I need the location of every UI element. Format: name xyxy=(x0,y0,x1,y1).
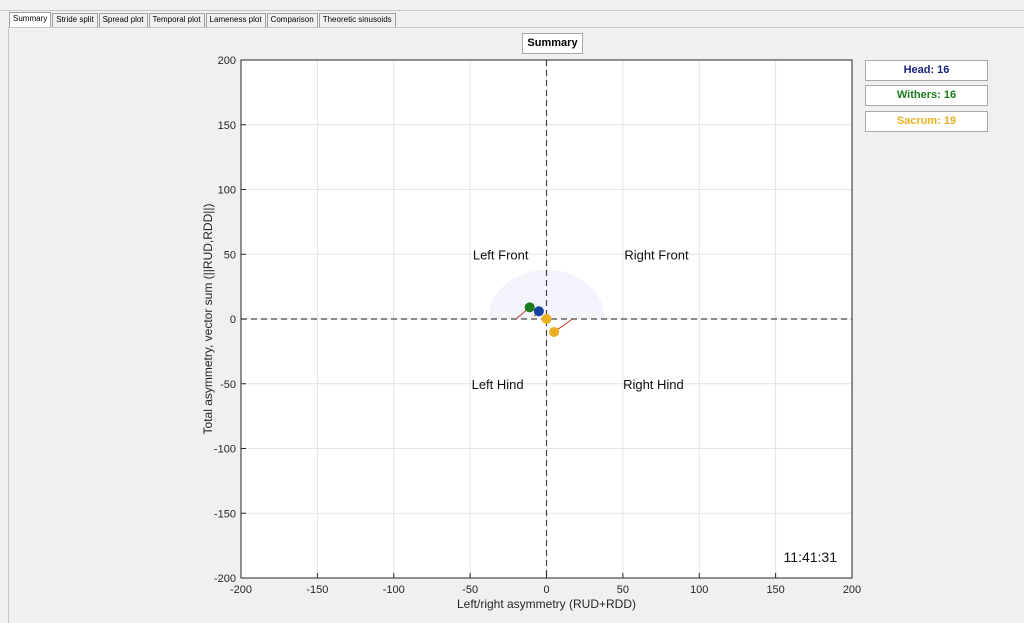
plot-title-button[interactable]: Summary xyxy=(522,33,583,54)
x-tick-label: 100 xyxy=(690,584,708,596)
y-tick-label: -50 xyxy=(220,379,236,391)
legend-withers: Withers: 16 xyxy=(865,85,988,106)
timestamp-label: 11:41:31 xyxy=(784,549,838,565)
y-tick-label: 150 xyxy=(218,120,236,132)
x-tick-label: -50 xyxy=(462,584,478,596)
y-axis-label: Total asymmetry, vector sum (||RUD,RDD||… xyxy=(201,204,215,435)
x-tick-label: -200 xyxy=(230,584,252,596)
x-tick-label: -150 xyxy=(306,584,328,596)
legend-head: Head: 16 xyxy=(865,60,988,81)
quadrant-label-left-front: Left Front xyxy=(473,247,529,262)
legend-sacrum: Sacrum: 19 xyxy=(865,111,988,132)
x-tick-label: 0 xyxy=(543,584,549,596)
x-axis-label: Left/right asymmetry (RUD+RDD) xyxy=(457,597,636,611)
x-tick-label: 50 xyxy=(617,584,629,596)
x-tick-label: 150 xyxy=(766,584,784,596)
y-tick-label: -100 xyxy=(214,444,236,456)
quadrant-label-right-hind: Right Hind xyxy=(623,377,684,392)
data-point-withers xyxy=(524,302,535,313)
quadrant-label-left-hind: Left Hind xyxy=(472,377,524,392)
y-tick-label: 0 xyxy=(230,314,236,326)
data-point-sacrum xyxy=(541,314,552,324)
y-tick-label: 100 xyxy=(218,185,236,197)
y-tick-label: 200 xyxy=(218,55,236,67)
x-tick-label: -100 xyxy=(383,584,405,596)
y-tick-label: -200 xyxy=(214,573,236,585)
x-tick-label: 200 xyxy=(843,584,861,596)
data-point-head xyxy=(533,306,544,317)
quadrant-label-right-front: Right Front xyxy=(624,247,689,262)
y-tick-label: -150 xyxy=(214,508,236,520)
y-tick-label: 50 xyxy=(224,249,236,261)
data-point-sacrum xyxy=(549,326,560,337)
